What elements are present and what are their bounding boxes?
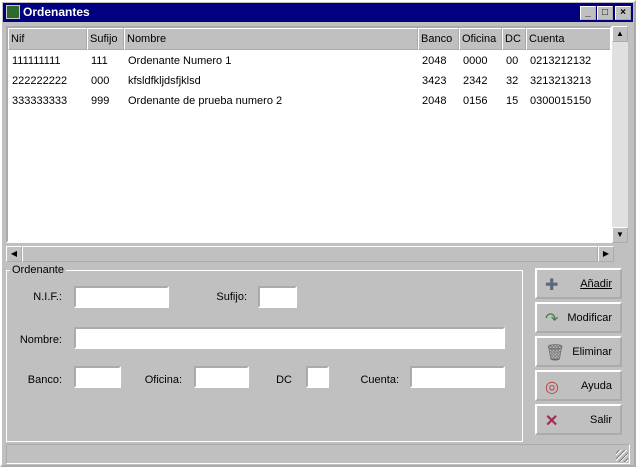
- nombre-label: Nombre:: [19, 334, 62, 346]
- column-header-nif[interactable]: Nif: [8, 28, 87, 50]
- table-cell: 2048: [422, 55, 447, 67]
- sufijo-input[interactable]: [258, 286, 297, 308]
- table-cell: 2342: [463, 75, 488, 87]
- group-label: Ordenante: [10, 264, 66, 276]
- table-cell: 111: [91, 55, 108, 67]
- delete-button[interactable]: 🗑 Eliminar: [535, 336, 622, 367]
- column-header-sufijo[interactable]: Sufijo: [87, 28, 124, 50]
- banco-label: Banco:: [27, 374, 62, 386]
- table-cell: 111111111: [12, 55, 61, 67]
- oficina-input[interactable]: [194, 366, 249, 388]
- plus-icon: ✚: [545, 277, 559, 294]
- nif-label: N.I.F.:: [33, 291, 62, 303]
- scroll-down-icon[interactable]: ▼: [612, 227, 628, 243]
- status-bar: [6, 444, 630, 464]
- table-cell: 333333333: [12, 95, 68, 107]
- maximize-button[interactable]: □: [597, 6, 613, 20]
- scroll-thumb[interactable]: [22, 246, 598, 262]
- table-row[interactable]: 111111111 111 Ordenante Numero 1 2048 0000 00…: [8, 51, 610, 71]
- vertical-scrollbar[interactable]: ▲ ▼: [612, 26, 628, 243]
- table-cell: 00: [506, 55, 519, 67]
- nif-input[interactable]: [74, 286, 169, 308]
- scroll-right-icon[interactable]: ▶: [598, 246, 614, 262]
- table-cell: Ordenante de prueba numero 2: [128, 95, 283, 107]
- table-cell: 0000: [463, 55, 488, 67]
- table-cell: Ordenante Numero 1: [128, 55, 232, 67]
- title-bar: Ordenantes: [3, 3, 633, 22]
- window-title: Ordenantes: [23, 5, 90, 19]
- lifebuoy-icon: ◎: [545, 379, 559, 396]
- table-cell: 0300015150: [530, 95, 592, 107]
- ordenantes-table: Nif Sufijo Nombre Banco Oficina DC Cuenta 11111…: [6, 26, 612, 243]
- nombre-input[interactable]: [74, 327, 505, 349]
- add-button[interactable]: ✚ Añadir: [535, 268, 622, 299]
- trash-icon: 🗑: [545, 345, 566, 362]
- column-header-banco[interactable]: Banco: [418, 28, 459, 50]
- modify-button[interactable]: ↷ Modificar: [535, 302, 622, 333]
- table-cell: 222222222: [12, 75, 68, 87]
- scroll-left-icon[interactable]: ◀: [6, 246, 22, 262]
- cuenta-input[interactable]: [410, 366, 505, 388]
- dc-input[interactable]: [306, 366, 329, 388]
- oficina-label: Oficina:: [144, 374, 182, 386]
- app-icon: [6, 5, 20, 19]
- cuenta-label: Cuenta:: [360, 374, 399, 386]
- sufijo-label: Sufijo:: [216, 291, 247, 303]
- table-row[interactable]: 333333333 999 Ordenante de prueba numero 2…: [8, 91, 610, 111]
- table-cell: 2048: [422, 95, 447, 107]
- table-cell: 3213213213: [530, 75, 592, 87]
- column-header-cuenta[interactable]: Cuenta: [526, 28, 610, 50]
- table-cell: 32: [506, 75, 519, 87]
- redo-arrow-icon: ↷: [545, 311, 559, 328]
- table-cell: 999: [91, 95, 110, 107]
- dc-label: DC: [276, 374, 292, 386]
- table-cell: 000: [91, 75, 110, 87]
- help-button[interactable]: ◎ Ayuda: [535, 370, 622, 401]
- exit-button[interactable]: ✕ Salir: [535, 404, 622, 435]
- table-cell: 0213212132: [530, 55, 592, 67]
- horizontal-scrollbar[interactable]: ◀ ▶: [6, 246, 614, 262]
- table-cell: 0156: [463, 95, 488, 107]
- table-cell: kfsldfkljdsfjklsd: [128, 75, 201, 87]
- table-cell: 3423: [422, 75, 447, 87]
- column-header-dc[interactable]: DC: [502, 28, 526, 50]
- banco-input[interactable]: [74, 366, 121, 388]
- table-cell: 15: [506, 95, 519, 107]
- table-row[interactable]: 222222222 000 kfsldfkljdsfjklsd 3423 2342 32 3…: [8, 71, 610, 91]
- minimize-button[interactable]: _: [580, 6, 596, 20]
- column-header-oficina[interactable]: Oficina: [459, 28, 502, 50]
- close-button[interactable]: ×: [615, 6, 631, 20]
- x-icon: ✕: [545, 413, 559, 430]
- resize-grip-icon[interactable]: [616, 450, 628, 462]
- scroll-up-icon[interactable]: ▲: [612, 26, 628, 42]
- column-header-nombre[interactable]: Nombre: [124, 28, 418, 50]
